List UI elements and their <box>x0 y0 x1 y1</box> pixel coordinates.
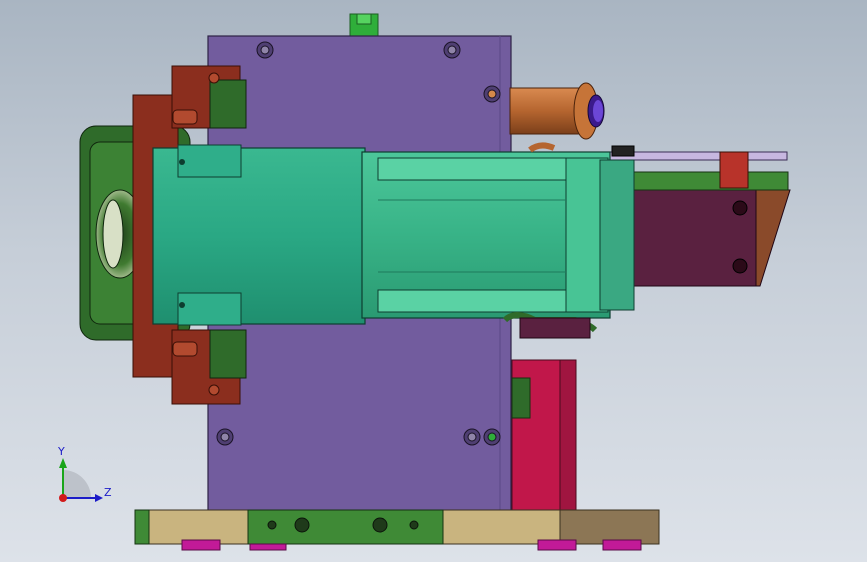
cam-plate[interactable] <box>631 189 791 287</box>
triad-y-label: Y <box>57 445 65 458</box>
motor-reducer[interactable] <box>361 151 635 319</box>
axis-triad: Y Z <box>57 445 112 502</box>
top-knob[interactable] <box>349 13 379 37</box>
copper-roller[interactable] <box>509 82 605 140</box>
servo-motor[interactable] <box>152 144 366 326</box>
cad-viewport[interactable]: Y Z <box>0 0 867 562</box>
triad-z-label: Z <box>104 486 112 499</box>
support-column[interactable] <box>511 359 577 515</box>
base-plate[interactable] <box>134 509 660 545</box>
assembly-model[interactable]: Y Z <box>0 0 867 562</box>
